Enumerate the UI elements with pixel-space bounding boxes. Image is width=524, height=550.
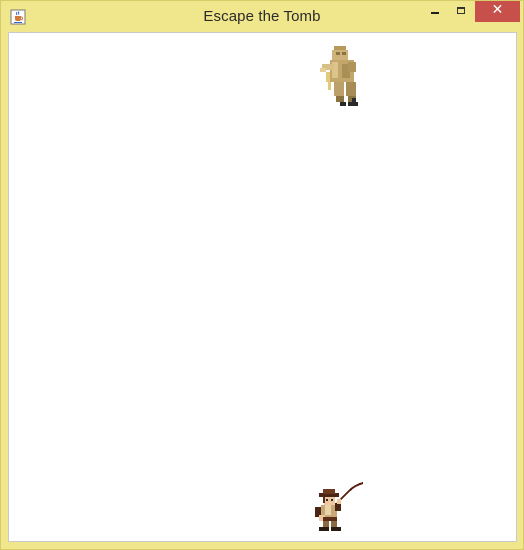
maximize-icon [457,7,465,14]
minimize-icon [431,12,439,14]
game-canvas[interactable] [8,32,517,542]
explorer-with-whip-sprite [315,482,364,531]
app-window: Escape the Tomb ✕ [0,0,524,550]
close-icon: ✕ [491,2,504,18]
minimize-button[interactable] [421,1,448,22]
mummy-enemy-sprite [320,46,358,106]
title-bar[interactable]: Escape the Tomb ✕ [1,1,523,32]
maximize-button[interactable] [448,1,475,22]
close-button[interactable]: ✕ [475,1,520,22]
